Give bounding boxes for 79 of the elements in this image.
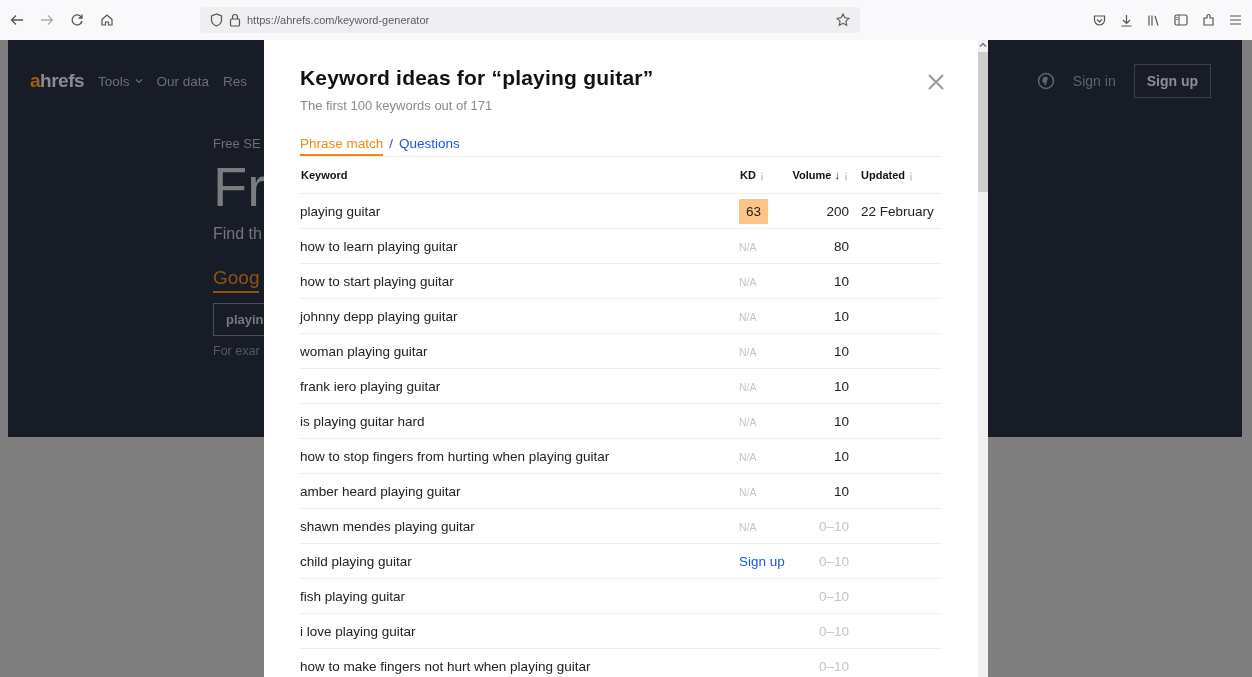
tab-separator: / <box>389 136 394 153</box>
shield-icon[interactable] <box>210 13 223 27</box>
reload-icon[interactable] <box>70 13 84 27</box>
nav-link[interactable]: Our data <box>156 73 210 89</box>
difficulty-cell: N/A <box>739 450 757 463</box>
menu-icon[interactable] <box>1229 14 1242 26</box>
keyword-cell: child playing guitar <box>300 553 412 569</box>
download-icon[interactable] <box>1120 13 1133 27</box>
keyword-cell: frank iero playing guitar <box>300 378 441 394</box>
difficulty-cell: N/A <box>739 520 757 533</box>
keyword-cell: how to start playing guitar <box>300 273 454 289</box>
keyword-cell: how to stop fingers from hurting when playing guitar <box>300 448 610 464</box>
sidebar-icon[interactable] <box>1174 14 1188 26</box>
keyword-cell: johnny depp playing guitar <box>300 308 458 324</box>
pocket-icon[interactable] <box>1093 13 1106 27</box>
nav-link[interactable]: Tools <box>98 73 143 89</box>
keyword-cell: is playing guitar hard <box>300 413 425 429</box>
difficulty-cell: N/A <box>739 275 757 288</box>
chevron-icon <box>134 78 143 84</box>
hero-lead: Find th <box>213 225 262 243</box>
column-header[interactable]: KD <box>740 169 756 181</box>
volume-cell: 0–10 <box>818 623 849 639</box>
keyword-cell: how to make fingers not hurt when playing guitar <box>300 658 591 674</box>
nav-link[interactable]: Res <box>223 73 248 89</box>
sign-in-link[interactable]: Sign in <box>1072 73 1116 89</box>
back-icon[interactable] <box>10 13 24 27</box>
globe-icon[interactable] <box>1036 72 1055 90</box>
volume-cell: 10 <box>833 308 849 324</box>
scrollbar[interactable] <box>978 40 988 677</box>
volume-cell: 80 <box>833 238 849 254</box>
volume-cell: 10 <box>833 273 849 289</box>
engine-tab[interactable]: Goog <box>213 267 260 293</box>
extensions-icon[interactable] <box>1202 13 1215 27</box>
volume-cell: 0–10 <box>818 553 849 569</box>
library-icon[interactable] <box>1147 13 1160 27</box>
scroll-up-icon[interactable] <box>979 42 987 48</box>
keyword-cell: how to learn playing guitar <box>300 238 458 254</box>
updated-cell: 22 February <box>861 203 934 219</box>
url-text: https://ahrefs.com/keyword-generator <box>247 14 430 26</box>
volume-cell: 10 <box>833 483 849 499</box>
volume-cell: 0–10 <box>818 588 849 604</box>
column-header[interactable]: Updated <box>861 169 905 181</box>
volume-cell: 10 <box>833 378 849 394</box>
logo[interactable]: ahrefs <box>30 70 85 92</box>
keyword-cell: fish playing guitar <box>300 588 406 604</box>
column-header[interactable]: Volume ↓ <box>792 169 840 181</box>
keyword-cell: woman playing guitar <box>300 343 428 359</box>
example-text: For exar <box>213 344 260 358</box>
keyword-cell: i love playing guitar <box>300 623 416 639</box>
keyword-cell: amber heard playing guitar <box>300 483 461 499</box>
sign-up-button[interactable]: Sign up <box>1133 64 1211 98</box>
volume-cell: 0–10 <box>818 518 849 534</box>
volume-cell: 10 <box>833 413 849 429</box>
sign-up-link[interactable]: Sign up <box>739 553 785 569</box>
close-icon[interactable] <box>928 74 944 90</box>
tab[interactable]: Questions <box>399 136 460 156</box>
difficulty-badge: 63 <box>739 198 769 224</box>
difficulty-cell: N/A <box>739 310 757 323</box>
volume-cell: 200 <box>826 203 849 219</box>
keyword-cell: shawn mendes playing guitar <box>300 518 475 534</box>
difficulty-cell: N/A <box>739 415 757 428</box>
dialog-title: Keyword ideas for “playing guitar” <box>300 66 654 90</box>
difficulty-cell: N/A <box>739 345 757 358</box>
hero-eyebrow: Free SE <box>213 136 261 151</box>
dialog-subtitle: The first 100 keywords out of 171 <box>300 98 494 113</box>
column-header[interactable]: Keyword <box>301 169 348 181</box>
home-icon[interactable] <box>100 13 114 27</box>
volume-cell: 10 <box>833 448 849 464</box>
star-icon[interactable] <box>836 13 850 27</box>
difficulty-cell: N/A <box>739 240 757 253</box>
address-bar[interactable]: https://ahrefs.com/keyword-generator <box>200 7 860 33</box>
scrollbar-thumb[interactable] <box>978 52 988 192</box>
volume-cell: 10 <box>833 343 849 359</box>
difficulty-cell: N/A <box>739 485 757 498</box>
keyword-cell: playing guitar <box>300 203 381 219</box>
difficulty-cell: N/A <box>739 380 757 393</box>
lock-icon[interactable] <box>229 13 241 27</box>
hero-headline: Fr <box>213 155 266 219</box>
volume-cell: 0–10 <box>818 658 849 674</box>
